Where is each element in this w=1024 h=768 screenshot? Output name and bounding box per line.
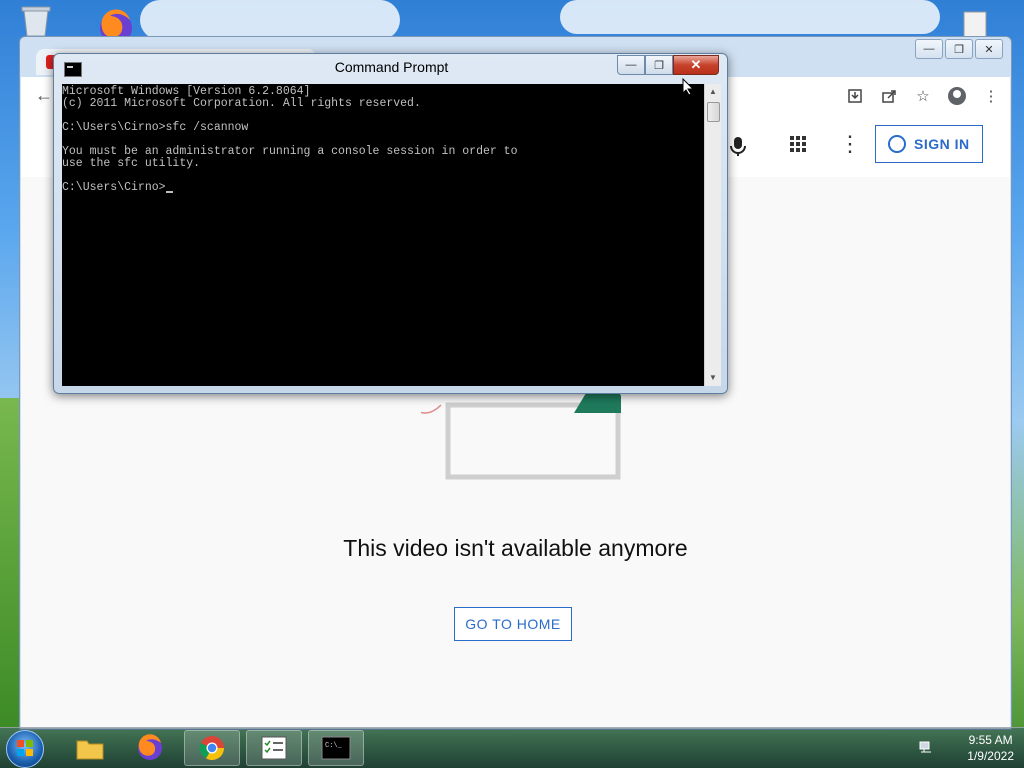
go-to-home-button[interactable]: GO TO HOME [454,607,572,641]
maximize-button[interactable]: ❐ [945,39,973,59]
apps-grid-icon[interactable] [789,135,807,158]
more-options-icon[interactable]: ⋮ [839,131,861,157]
maximize-button[interactable]: ❐ [645,55,673,75]
taskbar-explorer-button[interactable] [62,730,118,766]
scroll-thumb[interactable] [707,102,720,122]
cloud [140,0,400,40]
mouse-pointer-icon [682,77,695,96]
account-icon [888,135,906,153]
vertical-scrollbar[interactable]: ▲ ▼ [704,84,721,386]
download-icon[interactable] [844,85,866,107]
caption-buttons: — ❐ ✕ [617,55,719,75]
svg-text:C:\_: C:\_ [325,742,343,750]
minimize-button[interactable]: — [915,39,943,59]
scroll-down-arrow-icon[interactable]: ▼ [705,370,721,386]
minimize-button[interactable]: — [617,55,645,75]
unavailable-message: This video isn't available anymore [343,535,688,561]
text-cursor [165,191,173,193]
windows-logo-icon [17,740,33,756]
browser-caption-buttons: — ❐ ✕ [915,39,1003,59]
folder-icon [76,740,104,760]
taskbar-tasks-button[interactable] [246,730,302,766]
clock[interactable]: 9:55 AM 1/9/2022 [967,732,1014,764]
taskbar-chrome-button[interactable] [184,730,240,766]
sign-in-button[interactable]: SIGN IN [875,125,983,163]
voice-search-icon[interactable] [727,133,749,159]
checklist-icon [261,736,287,760]
start-button[interactable] [6,730,44,768]
back-icon[interactable]: ← [35,85,53,106]
cloud [560,0,940,34]
network-icon[interactable] [918,740,934,754]
console-line: use the sfc utility. [62,157,201,170]
sign-in-label: SIGN IN [914,136,970,152]
console-line: C:\Users\Cirno>sfc /scannow [62,121,249,134]
clock-time: 9:55 AM [968,733,1013,747]
command-prompt-icon: C:\_ [321,736,351,760]
taskbar: C:\_ 9:55 AM 1/9/2022 [0,727,1024,768]
firefox-icon [138,734,162,760]
share-icon[interactable] [878,85,900,107]
chrome-icon [199,736,224,761]
browser-menu-icon[interactable]: ⋮ [980,85,1002,107]
profile-icon[interactable] [946,85,968,107]
console-line: (c) 2011 Microsoft Corporation. All righ… [62,97,421,110]
recycle-bin-icon[interactable] [18,4,54,38]
console-output[interactable]: Microsoft Windows [Version 6.2.8064] (c)… [62,84,704,386]
taskbar-firefox-button[interactable] [122,730,178,766]
scroll-up-arrow-icon[interactable]: ▲ [705,84,721,100]
console-line: C:\Users\Cirno> [62,181,166,194]
command-prompt-window: Command Prompt — ❐ ✕ Microsoft Windows [… [53,53,728,394]
close-button[interactable]: ✕ [975,39,1003,59]
taskbar-cmd-button[interactable]: C:\_ [308,730,364,766]
close-button[interactable]: ✕ [673,55,719,75]
clock-date: 1/9/2022 [967,749,1014,763]
bookmark-star-icon[interactable]: ☆ [912,85,934,107]
